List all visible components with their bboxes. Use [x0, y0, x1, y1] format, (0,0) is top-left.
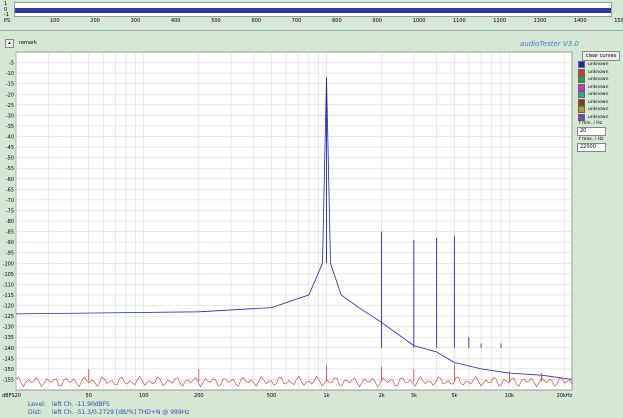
scope-x-tick: 700	[291, 18, 302, 24]
dist-value: left Ch. -51.3/0.2729 [dB/%] THD+N @ 999…	[52, 409, 190, 416]
legend-label: unknown	[588, 77, 609, 82]
y-tick-label: -135	[3, 335, 14, 341]
scope-signal-band	[15, 8, 611, 13]
legend-swatch	[578, 91, 585, 98]
legend-swatch	[578, 83, 585, 91]
legend-item[interactable]: unknown	[578, 61, 608, 68]
spectrum-chart: -5 -10 -15 -20 -25 -30 -35 -40 -45 -50 -55 -60 -65 -7…	[2, 51, 573, 399]
scope-x-tick: 600	[251, 18, 262, 24]
y-tick-label: -85	[6, 230, 14, 236]
y-tick-label: -155	[3, 377, 14, 383]
y-tick-label: -55	[6, 166, 14, 172]
y-tick-label: -50	[6, 156, 14, 162]
legend-item[interactable]: unknown	[578, 76, 608, 83]
scope-x-tick: 200	[90, 18, 100, 24]
y-tick-label: -90	[6, 240, 14, 246]
y-tick-label: -95	[6, 251, 14, 257]
y-tick-label: -5	[9, 61, 14, 67]
scope-x-tick: 1400	[573, 18, 587, 24]
scope-x-tick: 1500ns	[614, 18, 623, 24]
y-tick-label: -20	[6, 92, 14, 98]
legend-swatch	[578, 106, 585, 113]
y-tick-label: -140	[3, 346, 14, 352]
y-tick-label: -25	[6, 103, 14, 109]
y-tick-label: -70	[6, 198, 14, 204]
spectrum-panel: -5 -10 -15 -20 -25 -30 -35 -40 -45 -50 -55 -60 -65 -7…	[0, 49, 623, 418]
y-tick-label: -60	[6, 177, 14, 183]
scope-panel: 1 0 -1 PS 100 200 300 400 500 600 700 800 900 100…	[0, 0, 623, 38]
fmin-label: f min. / Hz	[579, 121, 603, 126]
y-tick-label: -125	[3, 314, 14, 320]
legend-label: unknown	[588, 62, 609, 67]
legend-swatch	[578, 113, 585, 121]
legend-item[interactable]: unknown	[578, 98, 609, 106]
fmin-input[interactable]: 20	[577, 127, 606, 136]
remark-label: remark	[19, 40, 37, 46]
scope-x-tick: 1100	[453, 18, 466, 24]
legend-item[interactable]: unknown	[578, 91, 608, 98]
scope-x-tick: 100	[50, 18, 60, 24]
dist-label: Dist:	[28, 409, 42, 416]
legend-label: unknown	[588, 107, 609, 112]
y-tick-label: -130	[3, 325, 14, 331]
legend-item[interactable]: unknown	[578, 83, 609, 91]
scope-x-tick: 1200	[493, 18, 507, 24]
y-tick-label: -80	[6, 219, 14, 225]
fmax-input[interactable]: 22000	[577, 143, 606, 152]
y-tick-label: -40	[6, 135, 14, 141]
remark-spinner[interactable]: ▴	[5, 39, 14, 48]
y-tick-label: -10	[6, 71, 14, 77]
legend-item[interactable]: unknown	[578, 113, 609, 121]
legend-swatch	[578, 98, 585, 106]
scope-left-label: PS	[4, 18, 11, 24]
scope-x-tick: 300	[130, 18, 141, 24]
legend-swatch	[578, 76, 585, 83]
y-tick-label: -65	[6, 187, 14, 193]
clear-curves-button[interactable]: clear curves	[582, 51, 620, 61]
y-tick-label: -75	[6, 208, 14, 214]
y-tick-label: -110	[3, 282, 14, 288]
legend-label: unknown	[588, 84, 609, 90]
y-tick-label: -115	[3, 293, 14, 299]
scope-x-tick: 1000	[412, 18, 426, 24]
panel-divider	[0, 30, 623, 31]
y-tick-label: -15	[6, 82, 14, 88]
status-bar: Level: left Ch. -11.90dBFS Dist: left Ch…	[0, 398, 623, 418]
y-tick-label: -150	[3, 367, 14, 373]
y-tick-label: -105	[3, 272, 14, 278]
scope-x-tick: 500	[211, 18, 221, 24]
scope-x-tick: 400	[170, 18, 181, 24]
y-tick-label: -100	[3, 261, 14, 267]
legend-label: unknown	[588, 114, 609, 120]
legend-label: unknown	[588, 99, 609, 105]
app-title: audioTester V3.0	[520, 40, 579, 48]
legend-swatch	[578, 68, 585, 76]
y-tick-label: -120	[3, 304, 14, 310]
legend-item[interactable]: unknown	[578, 106, 608, 113]
level-label: Level:	[28, 401, 46, 408]
scope-x-tick: 900	[372, 18, 382, 24]
legend-label: unknown	[588, 69, 609, 75]
legend-label: unknown	[588, 92, 609, 97]
fmax-label: f max. / Hz	[579, 137, 604, 142]
scope-plot	[14, 2, 612, 17]
legend-item[interactable]: unknown	[578, 68, 609, 76]
legend-swatch	[578, 61, 585, 68]
scope-x-tick: 1300	[533, 18, 547, 24]
level-value: left Ch. -11.90dBFS	[52, 401, 110, 408]
y-tick-label: -30	[6, 113, 14, 119]
scope-x-tick: 800	[332, 18, 342, 24]
y-tick-label: -45	[6, 145, 14, 151]
y-tick-label: -35	[6, 124, 14, 130]
y-tick-label: -145	[3, 356, 14, 362]
